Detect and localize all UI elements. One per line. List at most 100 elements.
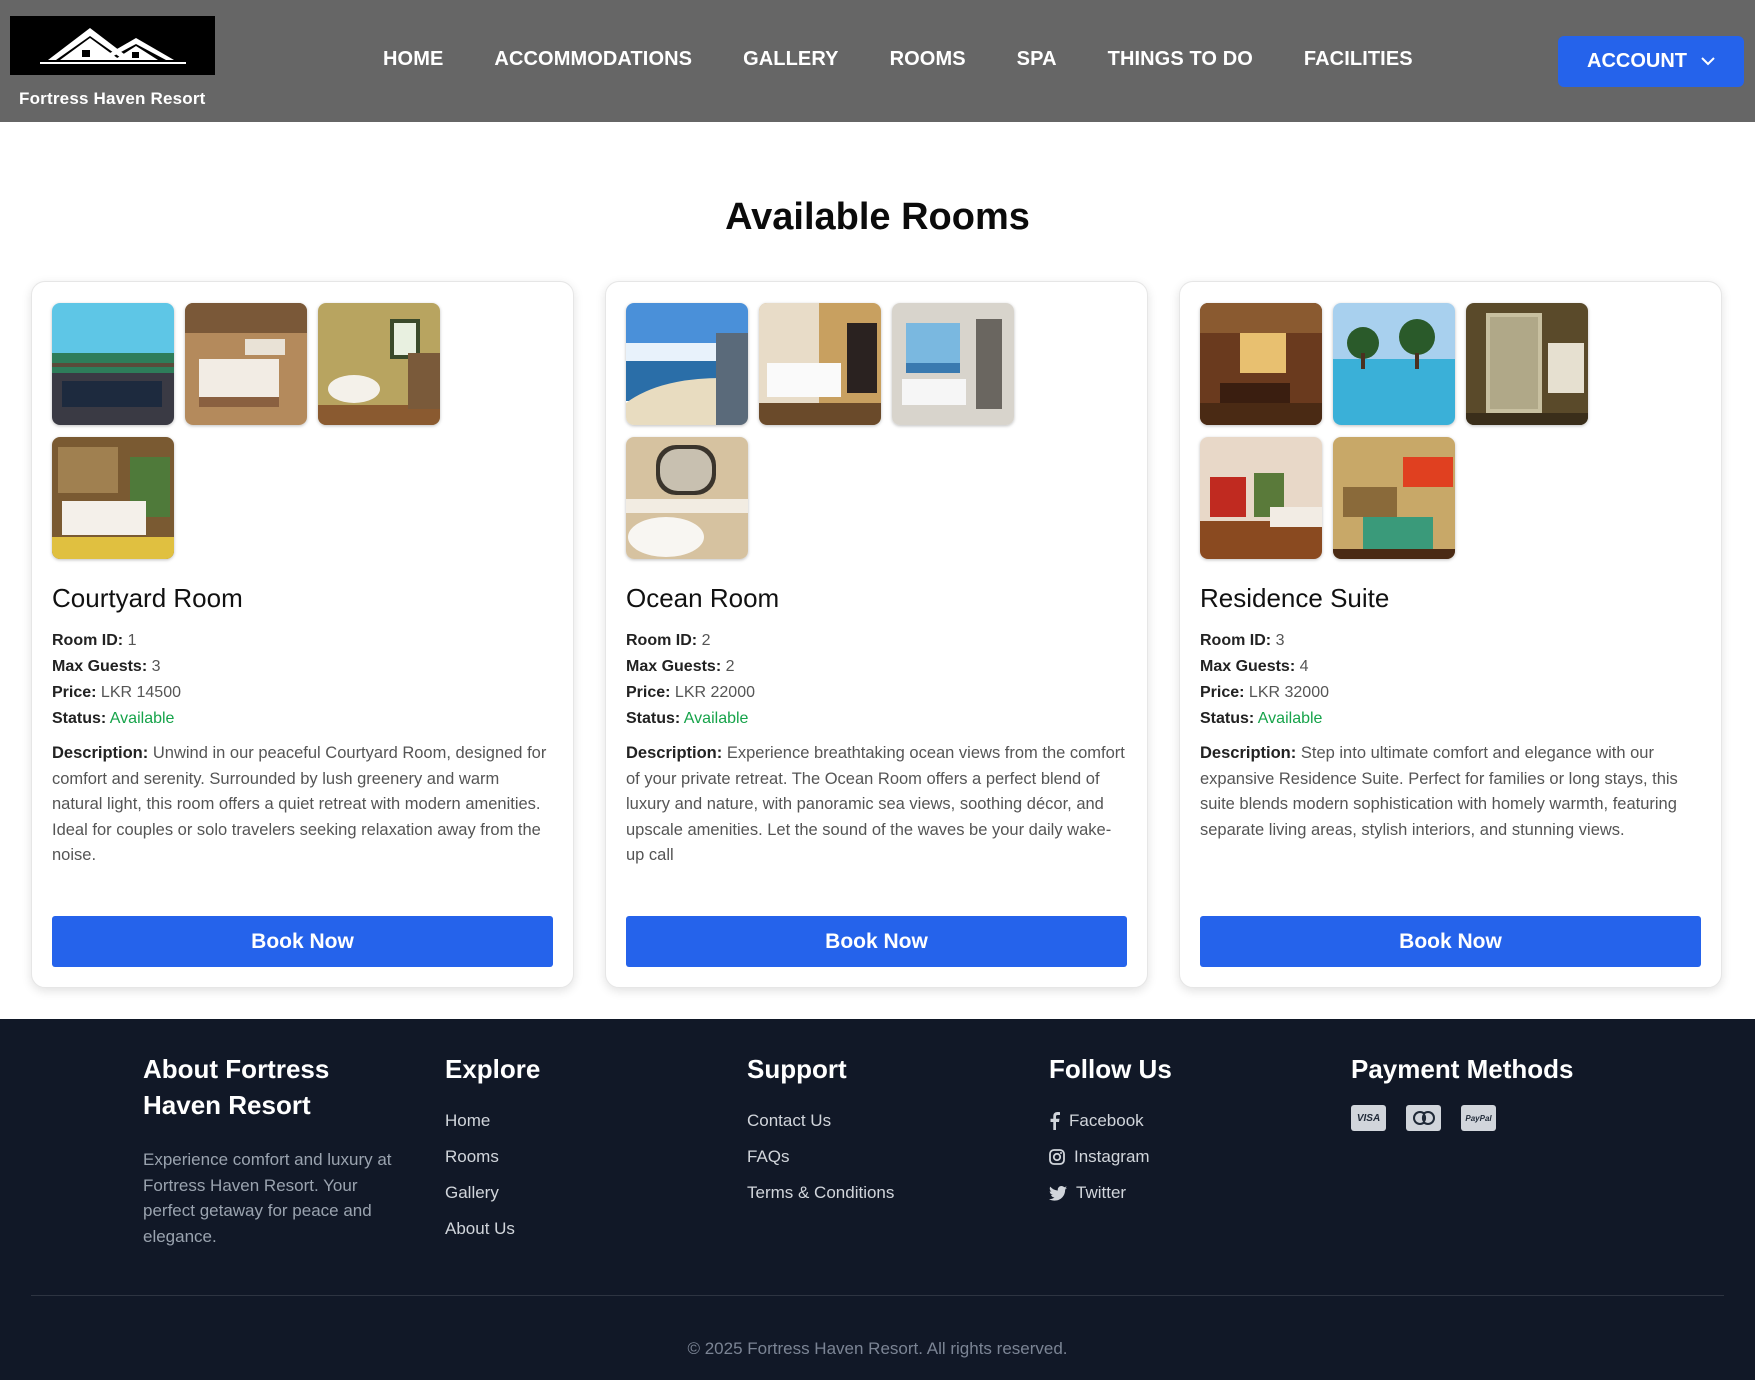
status-label: Status: [52,710,107,727]
account-dropdown-button[interactable]: ACCOUNT [1558,36,1744,87]
max-guests-label: Max Guests: [52,658,148,675]
visa-icon: VISA [1351,1105,1386,1131]
book-now-button[interactable]: Book Now [52,916,553,967]
payment-title: Payment Methods [1351,1054,1574,1084]
footer-link-rooms[interactable]: Rooms [445,1139,540,1175]
footer-about: About Fortress Haven Resort Experience c… [143,1051,413,1249]
price-label: Price: [1200,684,1245,701]
status-value: Available [109,710,175,727]
room-id-value: 3 [1275,632,1285,649]
explore-title: Explore [445,1054,541,1084]
social-link-facebook[interactable]: Facebook [1049,1103,1172,1139]
footer-payment: Payment Methods VISA PayPal [1351,1051,1574,1131]
copyright-text: © 2025 Fortress Haven Resort. All rights… [687,1339,1068,1358]
room-details: Room ID: 2 Max Guests: 2 Price: LKR 2200… [626,628,1127,732]
page-title: Available Rooms [725,196,1030,238]
room-card: Courtyard Room Room ID: 1 Max Guests: 3 … [31,281,574,988]
room-gallery [52,303,553,559]
room-name: Residence Suite [1200,583,1390,613]
status-value: Available [1257,710,1323,727]
room-photo[interactable] [318,303,440,425]
book-now-button[interactable]: Book Now [626,916,1127,967]
description-label: Description: [626,744,723,762]
facebook-icon [1050,1112,1060,1130]
room-photo[interactable] [1200,436,1322,559]
footer-link-home[interactable]: Home [445,1103,540,1139]
resort-logo[interactable] [10,16,215,75]
nav-things-to-do[interactable]: THINGS TO DO [1108,48,1253,71]
room-gallery [626,303,1127,559]
brand-name: Fortress Haven Resort [19,89,206,108]
room-photo[interactable] [626,436,748,559]
support-title: Support [747,1054,847,1084]
mastercard-icon [1406,1105,1441,1131]
mastercard-logo [1412,1111,1435,1125]
social-label: Facebook [1069,1111,1144,1130]
room-photo[interactable] [1333,436,1455,559]
payment-icons: VISA PayPal [1351,1105,1574,1131]
footer-explore: Explore Home Rooms Gallery About Us [445,1051,540,1247]
description-text: Experience breathtaking ocean views from… [626,744,1125,864]
site-header: Fortress Haven Resort HOME ACCOMMODATION… [0,0,1755,122]
status-label: Status: [626,710,681,727]
footer-link-faqs[interactable]: FAQs [747,1139,894,1175]
nav-rooms[interactable]: ROOMS [890,48,966,71]
nav-home[interactable]: HOME [383,48,443,71]
footer-link-contact[interactable]: Contact Us [747,1103,894,1139]
site-footer: About Fortress Haven Resort Experience c… [0,1019,1755,1380]
room-name: Ocean Room [626,583,780,613]
description-label: Description: [52,744,149,762]
room-photo[interactable] [1200,303,1322,425]
room-photo[interactable] [52,436,174,559]
footer-follow: Follow Us Facebook Instagram Twitter [1049,1051,1172,1211]
social-label: Instagram [1074,1147,1150,1166]
nav-accommodations[interactable]: ACCOMMODATIONS [494,48,692,71]
about-title: About Fortress Haven Resort [143,1054,330,1120]
main-nav: HOME ACCOMMODATIONS GALLERY ROOMS SPA TH… [383,48,1464,71]
price-value: LKR 14500 [100,684,181,701]
max-guests-value: 3 [151,658,161,675]
room-id-value: 2 [701,632,711,649]
description-text: Unwind in our peaceful Courtyard Room, d… [52,744,547,864]
room-photo[interactable] [759,303,881,425]
room-photo[interactable] [892,303,1014,425]
footer-support: Support Contact Us FAQs Terms & Conditio… [747,1051,894,1211]
footer-link-about[interactable]: About Us [445,1211,540,1247]
nav-gallery[interactable]: GALLERY [743,48,839,71]
price-label: Price: [626,684,671,701]
status-value: Available [683,710,749,727]
footer-divider [31,1295,1724,1296]
book-now-button[interactable]: Book Now [1200,916,1701,967]
room-id-label: Room ID: [626,632,698,649]
room-photo[interactable] [185,303,307,425]
max-guests-label: Max Guests: [626,658,722,675]
room-photo[interactable] [626,303,748,425]
social-label: Twitter [1076,1183,1127,1202]
room-photo[interactable] [1466,303,1588,425]
room-photo[interactable] [52,303,174,425]
room-gallery [1200,303,1701,559]
account-label: ACCOUNT [1587,50,1687,72]
paypal-icon: PayPal [1461,1105,1496,1131]
footer-link-gallery[interactable]: Gallery [445,1175,540,1211]
description-label: Description: [1200,744,1297,762]
footer-link-terms[interactable]: Terms & Conditions [747,1175,894,1211]
status-label: Status: [1200,710,1255,727]
instagram-icon [1049,1149,1065,1165]
room-name: Courtyard Room [52,583,243,613]
room-card: Ocean Room Room ID: 2 Max Guests: 2 Pric… [605,281,1148,988]
room-cards: Courtyard Room Room ID: 1 Max Guests: 3 … [31,281,1722,988]
max-guests-value: 4 [1299,658,1309,675]
price-label: Price: [52,684,97,701]
nav-spa[interactable]: SPA [1017,48,1057,71]
follow-title: Follow Us [1049,1054,1172,1084]
room-photo[interactable] [1333,303,1455,425]
nav-facilities[interactable]: FACILITIES [1304,48,1413,71]
room-details: Room ID: 3 Max Guests: 4 Price: LKR 3200… [1200,628,1701,732]
room-description: Description: Experience breathtaking oce… [626,741,1127,869]
social-link-instagram[interactable]: Instagram [1049,1139,1172,1175]
social-link-twitter[interactable]: Twitter [1049,1175,1172,1211]
max-guests-value: 2 [725,658,735,675]
room-id-label: Room ID: [1200,632,1272,649]
twitter-icon [1049,1185,1067,1201]
